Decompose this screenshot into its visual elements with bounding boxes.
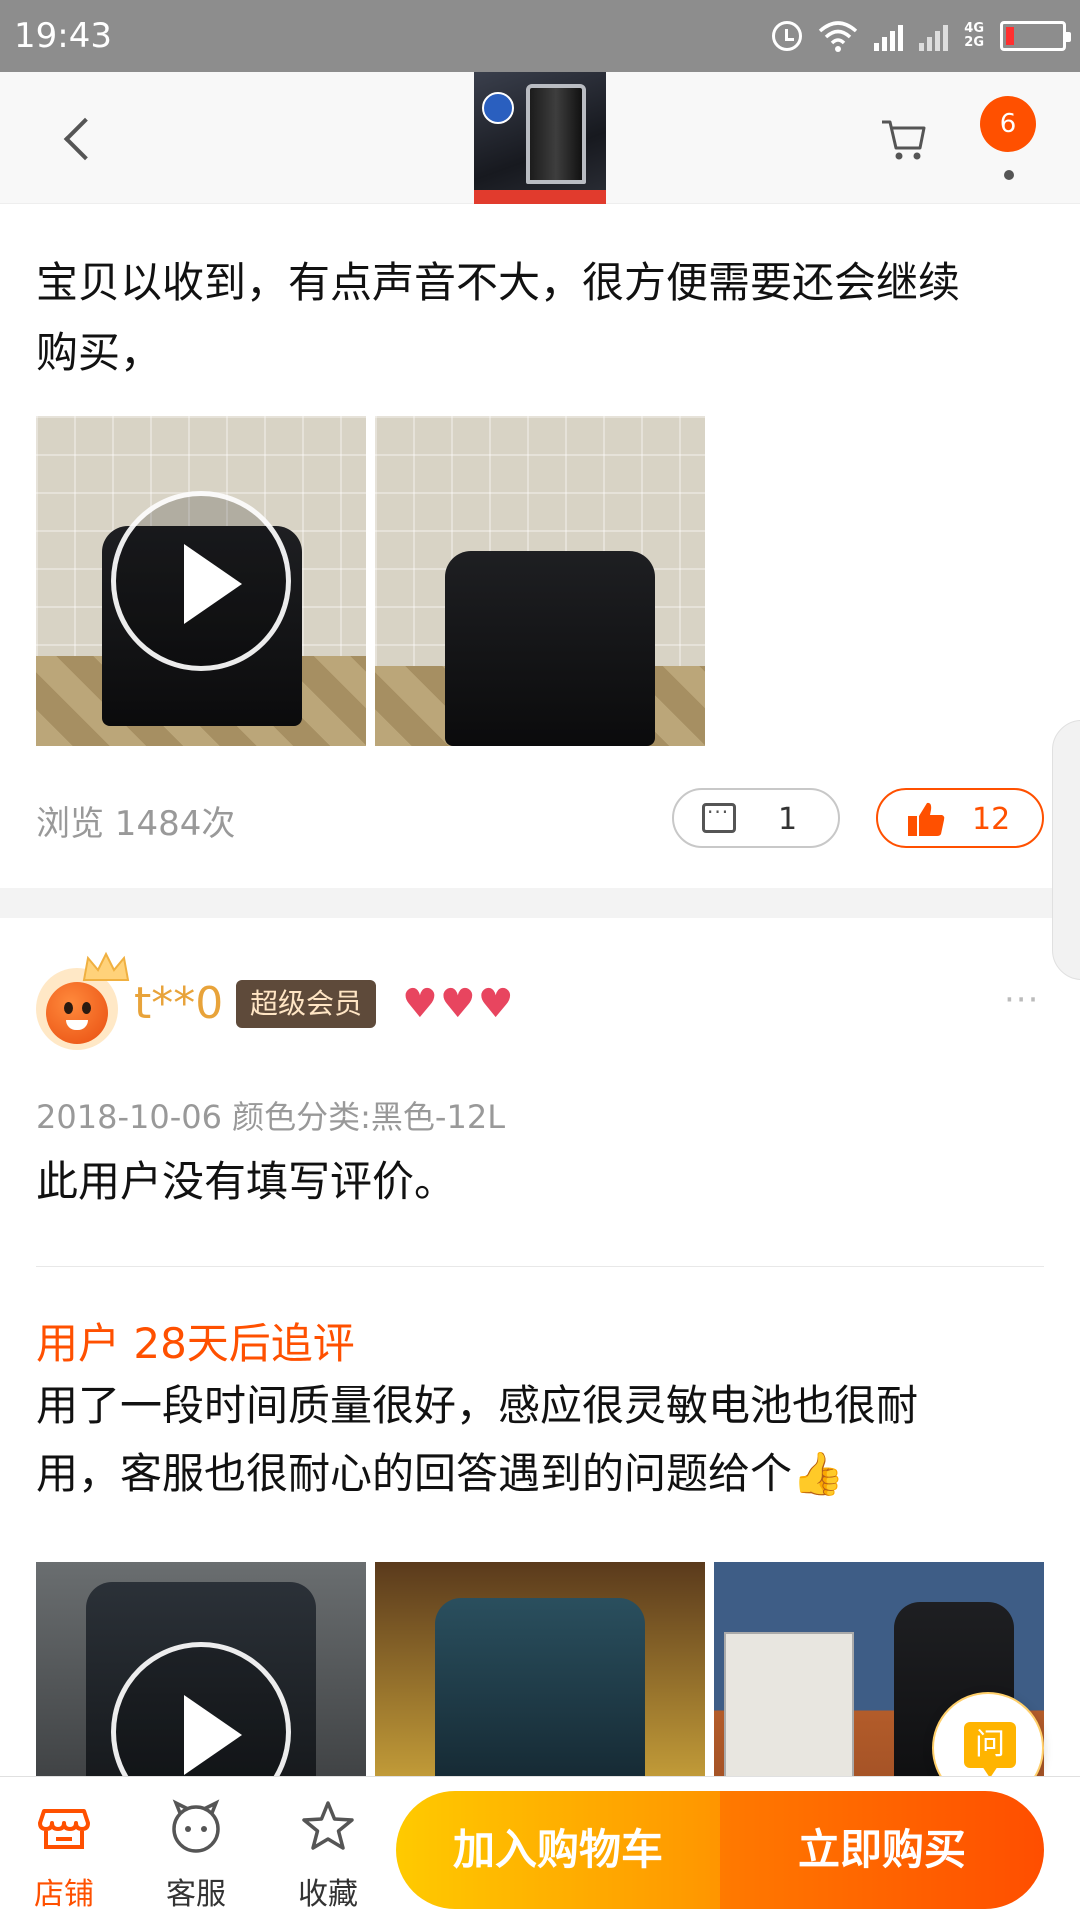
review-text: 此用户没有填写评价。 — [36, 1157, 457, 1206]
review-video-thumbnail[interactable] — [36, 416, 366, 746]
wifi-icon — [819, 21, 858, 52]
add-to-cart-button[interactable]: 加入购物车 — [396, 1791, 720, 1909]
favorite-tab[interactable]: 收藏 — [278, 1799, 378, 1912]
comment-count: 1 — [778, 802, 798, 837]
review-photo[interactable] — [375, 416, 705, 746]
customer-service-tab[interactable]: 客服 — [146, 1799, 246, 1912]
messages-button[interactable]: 6 — [980, 96, 1036, 180]
bottom-action-bar: 店铺 客服 收藏 加入购物车 立即购买 — [0, 1776, 1080, 1920]
thumbnail-price-strip — [474, 190, 606, 204]
product-thumbnail[interactable] — [474, 72, 606, 204]
buy-now-button[interactable]: 立即购买 — [720, 1791, 1044, 1909]
shop-tab[interactable]: 店铺 — [14, 1799, 114, 1912]
thumbs-up-icon — [908, 802, 945, 836]
customer-service-icon — [172, 1799, 220, 1853]
top-nav-bar: 6 — [0, 72, 1080, 204]
like-button[interactable]: 12 — [876, 788, 1044, 848]
ask-icon: 问 — [964, 1722, 1016, 1776]
section-divider — [0, 888, 1080, 918]
reputation-hearts-icon: ♥ ♥ ♥ — [402, 981, 514, 1027]
message-count-badge: 6 — [980, 96, 1036, 152]
followup-title: 用户 28天后追评 — [36, 1319, 355, 1368]
cart-button[interactable] — [878, 112, 930, 164]
comment-button[interactable]: 1 — [672, 788, 840, 848]
side-drawer-handle[interactable] — [1052, 720, 1080, 980]
signal-icon — [874, 21, 904, 51]
status-bar: 19:43 4G 2G — [0, 0, 1080, 72]
status-icons: 4G 2G — [772, 14, 1071, 58]
reviews-list[interactable]: 宝贝以收到，有点声音不大，很方便需要还会继续 购买， 浏览 1484次 1 12 — [0, 204, 1080, 1776]
play-icon — [111, 491, 291, 671]
user-avatar-wrap[interactable] — [36, 950, 136, 1060]
store-icon — [38, 1809, 90, 1849]
alarm-icon — [772, 21, 803, 51]
username: t**0 — [134, 978, 224, 1029]
followup-text: 用了一段时间质量很好，感应很灵敏电池也很耐 用，客服也很耐心的回答遇到的问题给个… — [36, 1381, 919, 1498]
back-button[interactable] — [48, 102, 108, 174]
member-badge: 超级会员 — [236, 980, 377, 1028]
review-text: 宝贝以收到，有点声音不大，很方便需要还会继续 购买， — [36, 258, 961, 377]
product-reviews-page: 19:43 4G 2G 6 宝贝以收到，有点声音不大，很方便需要还会继续 购买，… — [0, 0, 1080, 1920]
crown-icon — [82, 951, 130, 981]
followup-video-thumbnail[interactable] — [36, 1562, 366, 1776]
status-time: 19:43 — [14, 16, 112, 56]
comment-icon — [702, 800, 736, 833]
like-count: 12 — [972, 802, 1011, 837]
followup-photo[interactable] — [375, 1562, 705, 1776]
trash-bin-image — [526, 84, 586, 184]
view-count: 浏览 1484次 — [36, 804, 236, 844]
review-meta: 2018-10-06 颜色分类:黑色-12L — [36, 1098, 506, 1136]
battery-icon — [1000, 21, 1071, 51]
cart-icon — [882, 120, 926, 160]
network-type: 4G 2G — [964, 21, 984, 50]
more-dot-icon — [1004, 170, 1014, 180]
more-options-icon[interactable]: ··· — [1004, 980, 1039, 1020]
divider — [36, 1266, 1044, 1267]
star-icon — [302, 1801, 354, 1850]
thumbnail-badge — [482, 92, 514, 124]
signal-icon-2 — [919, 21, 949, 51]
